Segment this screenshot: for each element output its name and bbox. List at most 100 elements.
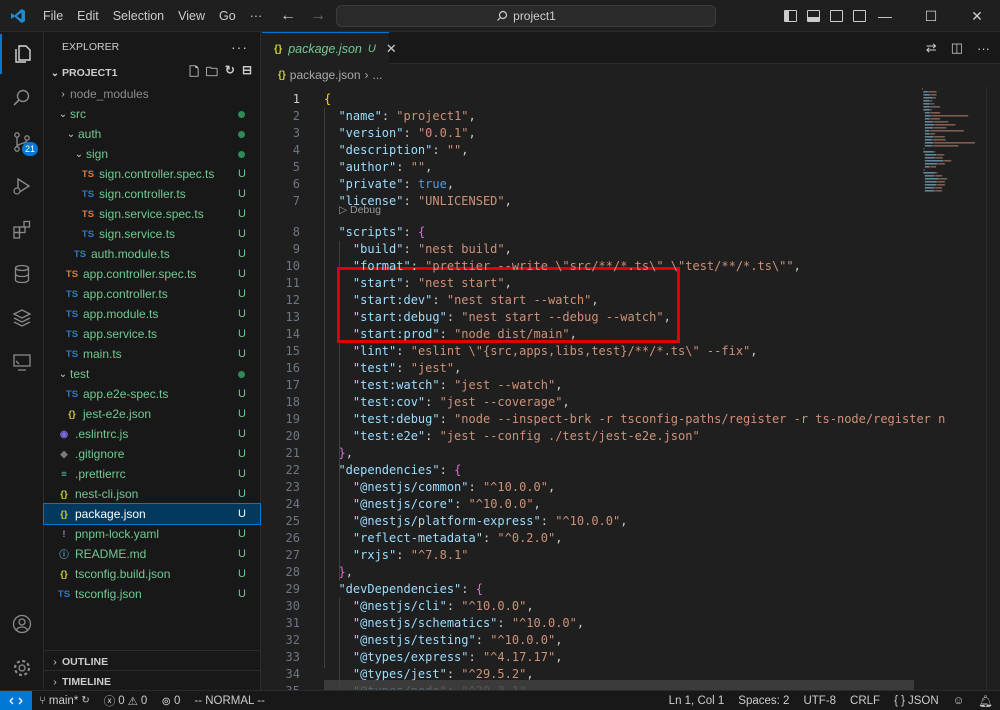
encoding[interactable]: UTF-8 — [796, 695, 843, 707]
tree-item-label: pnpm-lock.yaml — [75, 527, 160, 541]
tree-file[interactable]: {} jest-e2e.json U — [44, 404, 260, 424]
typescript-file-icon: TS — [81, 228, 95, 240]
tree-file[interactable]: TS app.controller.ts U — [44, 284, 260, 304]
minimap-line — [935, 172, 937, 174]
toggle-secondary-sidebar-icon[interactable] — [830, 10, 843, 22]
horizontal-scrollbar[interactable] — [324, 680, 914, 690]
tree-file[interactable]: ! pnpm-lock.yaml U — [44, 524, 260, 544]
new-file-icon[interactable]: 🗋 — [189, 63, 199, 84]
problems-indicator[interactable]: ⓧ 0 ⚠ 0 — [97, 693, 155, 709]
toggle-primary-sidebar-icon[interactable] — [784, 10, 797, 22]
info-file-icon: ⓘ — [59, 550, 69, 561]
code-line: 33 "@types/express": "^4.17.17", — [262, 649, 922, 666]
code-token: "@types/express" — [352, 650, 469, 664]
account-icon[interactable] — [0, 604, 44, 644]
tree-folder[interactable]: › node_modules — [44, 84, 260, 104]
remote-indicator[interactable] — [0, 690, 32, 710]
tree-file[interactable]: TS app.e2e-spec.ts U — [44, 384, 260, 404]
tree-file[interactable]: TS tsconfig.json U — [44, 584, 260, 604]
remote-explorer-icon[interactable] — [0, 342, 44, 382]
source-control-icon[interactable]: 21 — [0, 122, 44, 162]
menu-edit[interactable]: Edit — [70, 0, 106, 32]
line-number: 33 — [285, 650, 300, 664]
split-editor-icon[interactable]: ◫ — [951, 40, 963, 56]
tab-package-json[interactable]: {} package.json U ✕ — [262, 32, 397, 64]
code-token: : — [396, 361, 411, 375]
ports-indicator[interactable]: ⊚ 0 — [154, 694, 187, 708]
close-icon[interactable]: ✕ — [386, 41, 397, 57]
tree-file[interactable]: TS sign.controller.ts U — [44, 184, 260, 204]
tree-folder[interactable]: ⌄ test — [44, 364, 260, 384]
tree-file[interactable]: ◆ .gitignore U — [44, 444, 260, 464]
tree-file[interactable]: {} nest-cli.json U — [44, 484, 260, 504]
code-token: , — [446, 177, 455, 191]
menu-selection[interactable]: Selection — [106, 0, 171, 32]
minimap-line — [930, 130, 964, 132]
search-icon[interactable] — [0, 78, 44, 118]
typescript-file-icon: TS — [73, 248, 87, 260]
back-arrow-icon[interactable]: ← — [280, 7, 296, 25]
minimap-line — [931, 100, 933, 102]
branch-indicator[interactable]: ⑂ main* ↻ — [32, 695, 97, 707]
git-status: U — [238, 208, 246, 220]
tree-file[interactable]: ◉ .eslintrc.js U — [44, 424, 260, 444]
close-button[interactable]: ✕ — [954, 0, 1000, 32]
minimap[interactable] — [920, 86, 982, 196]
tree-file[interactable]: {} tsconfig.build.json U — [44, 564, 260, 584]
explorer-icon[interactable] — [0, 34, 44, 74]
timeline-section[interactable]: › TIMELINE — [44, 670, 261, 692]
database-icon[interactable] — [0, 254, 44, 294]
refresh-icon[interactable]: ↻ — [225, 63, 235, 84]
code-token: : — [439, 463, 455, 477]
forward-arrow-icon[interactable]: → — [310, 7, 326, 25]
indent-guide — [324, 108, 325, 668]
tree-file[interactable]: TS main.ts U — [44, 344, 260, 364]
tree-file[interactable]: TS sign.service.spec.ts U — [44, 204, 260, 224]
more-actions-icon[interactable]: ··· — [977, 41, 990, 56]
tree-file[interactable]: ⓘ README.md U — [44, 544, 260, 564]
tree-folder[interactable]: ⌄ auth — [44, 124, 260, 144]
menu-go[interactable]: Go — [212, 0, 243, 32]
extensions-icon[interactable] — [0, 210, 44, 250]
tree-file[interactable]: TS app.service.ts U — [44, 324, 260, 344]
minimap-line — [944, 160, 951, 162]
new-folder-icon[interactable]: 🗀 — [206, 63, 218, 84]
language-mode[interactable]: { } JSON — [887, 695, 946, 707]
indentation[interactable]: Spaces: 2 — [731, 695, 796, 707]
search-text: project1 — [513, 9, 556, 23]
minimap-line — [923, 151, 934, 153]
notifications-bell-icon[interactable]: 🔔︎ — [971, 694, 1000, 708]
minimap-line — [937, 163, 939, 165]
tree-file[interactable]: {} package.json U — [43, 503, 261, 525]
tree-folder[interactable]: ⌄ src — [44, 104, 260, 124]
toggle-panel-icon[interactable] — [807, 10, 820, 22]
code-editor[interactable]: ▷ Debug 1{2 "name": "project1", 3 "versio… — [262, 86, 1000, 690]
menu-file[interactable]: File — [36, 0, 70, 32]
more-menu-button[interactable]: ··· — [243, 0, 270, 32]
explorer-more-button[interactable]: ··· — [231, 39, 248, 55]
maximize-button[interactable]: ☐ — [908, 0, 954, 32]
end-of-line[interactable]: CRLF — [843, 695, 887, 707]
project-folder-header[interactable]: ⌄ PROJECT1 🗋 🗀 ↻ ⊟ — [44, 62, 260, 84]
command-center-search[interactable]: project1 — [336, 5, 716, 27]
tree-file[interactable]: TS app.module.ts U — [44, 304, 260, 324]
tree-file[interactable]: TS sign.controller.spec.ts U — [44, 164, 260, 184]
minimize-button[interactable]: — — [862, 0, 908, 32]
collapse-all-icon[interactable]: ⊟ — [242, 63, 252, 84]
tree-file[interactable]: TS sign.service.ts U — [44, 224, 260, 244]
open-changes-icon[interactable]: ⇄ — [926, 40, 937, 56]
tree-file[interactable]: TS auth.module.ts U — [44, 244, 260, 264]
copilot-icon[interactable]: ☺ — [946, 695, 972, 707]
menu-view[interactable]: View — [171, 0, 212, 32]
tree-file[interactable]: ≡ .prettierrc U — [44, 464, 260, 484]
outline-section[interactable]: › OUTLINE — [44, 650, 261, 672]
layers-icon[interactable] — [0, 298, 44, 338]
breadcrumb-symbol[interactable]: ... — [373, 68, 383, 82]
cursor-position[interactable]: Ln 1, Col 1 — [662, 695, 732, 707]
tree-folder[interactable]: ⌄ sign — [44, 144, 260, 164]
vertical-scrollbar[interactable] — [986, 86, 1000, 690]
manage-gear-icon[interactable] — [0, 648, 44, 688]
run-debug-icon[interactable] — [0, 166, 44, 206]
breadcrumb-file[interactable]: package.json — [290, 68, 361, 82]
tree-file[interactable]: TS app.controller.spec.ts U — [44, 264, 260, 284]
